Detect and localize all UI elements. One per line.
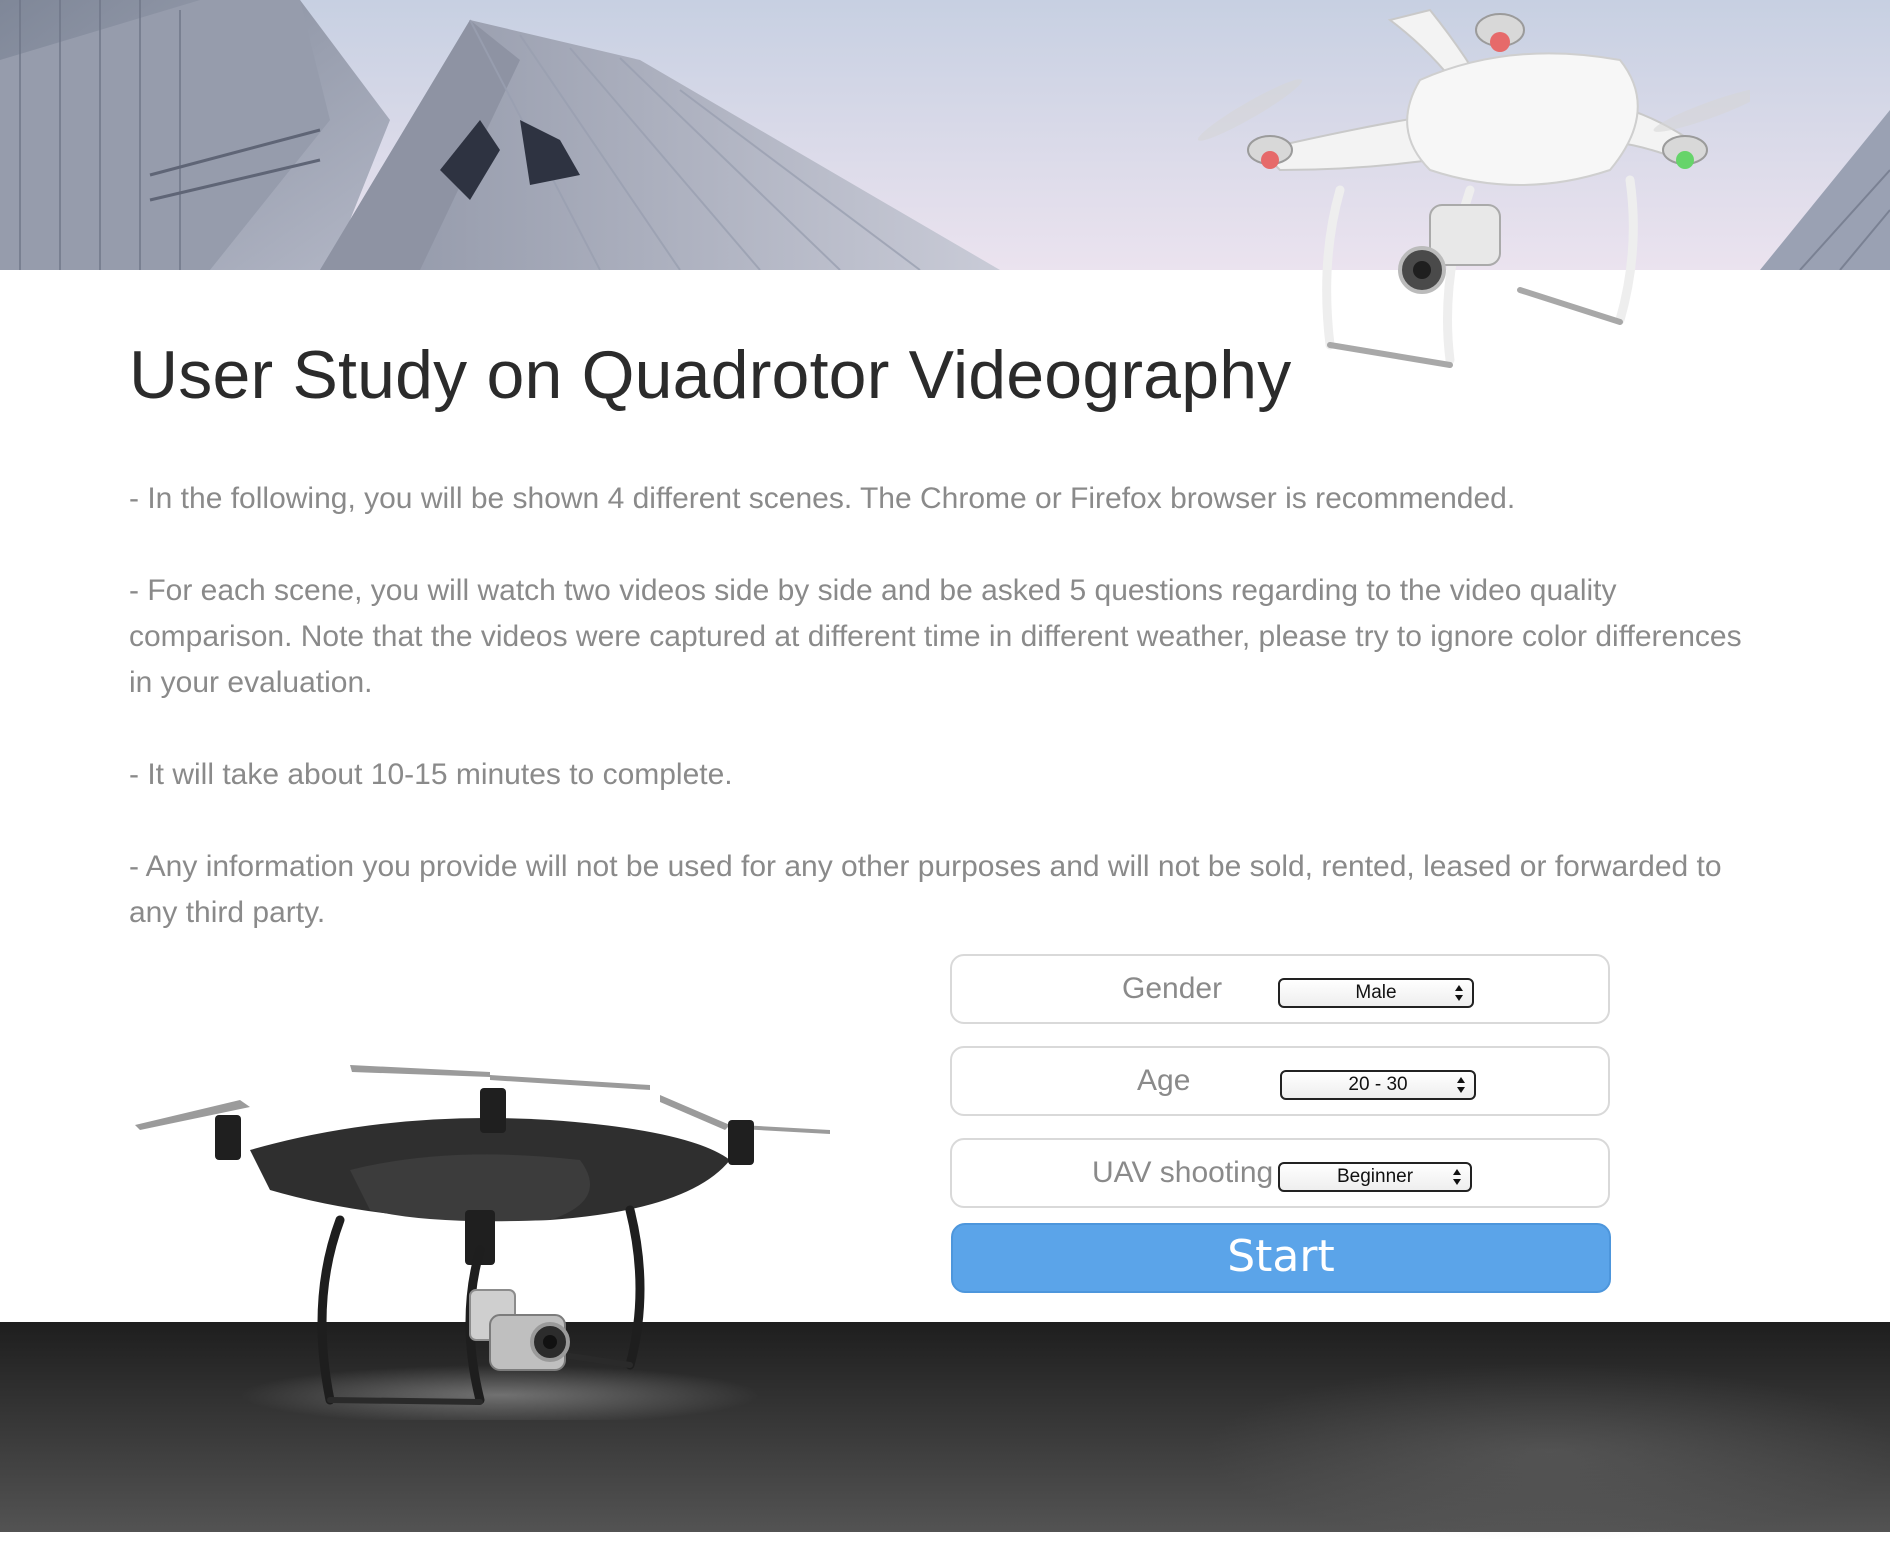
- uav-shooting-select[interactable]: Beginner: [1278, 1162, 1472, 1192]
- uav-shooting-label: UAV shooting: [1092, 1156, 1274, 1189]
- intro-paragraph: - It will take about 10-15 minutes to co…: [129, 758, 733, 791]
- uav-shooting-field: UAV shooting Beginner: [950, 1138, 1610, 1208]
- age-field: Age 20 - 30: [950, 1046, 1610, 1116]
- gender-field: Gender Male: [950, 954, 1610, 1024]
- uav-shooting-select-value: Beginner: [1336, 1166, 1414, 1187]
- age-select[interactable]: 20 - 30: [1280, 1070, 1476, 1100]
- start-button[interactable]: Start: [951, 1223, 1611, 1293]
- intro-paragraph: - In the following, you will be shown 4 …: [129, 482, 1516, 515]
- select-arrows-icon: [1455, 985, 1463, 1001]
- footer-glow: [1200, 1362, 1890, 1542]
- page-title: User Study on Quadrotor Videography: [129, 337, 1292, 413]
- intro-paragraph: - Any information you provide will not b…: [129, 850, 1722, 929]
- black-quadrotor-drone-image: [135, 1065, 830, 1420]
- intro-text: - In the following, you will be shown 4 …: [129, 476, 1769, 982]
- gender-label: Gender: [1122, 972, 1223, 1005]
- gender-select-value: Male: [1355, 982, 1397, 1003]
- age-label: Age: [1137, 1064, 1191, 1097]
- age-select-value: 20 - 30: [1348, 1074, 1408, 1095]
- select-arrows-icon: [1457, 1077, 1465, 1093]
- intro-paragraph: - For each scene, you will watch two vid…: [129, 574, 1742, 699]
- select-arrows-icon: [1453, 1169, 1461, 1185]
- gender-select[interactable]: Male: [1278, 978, 1474, 1008]
- white-quadrotor-drone-image: [1197, 8, 1750, 368]
